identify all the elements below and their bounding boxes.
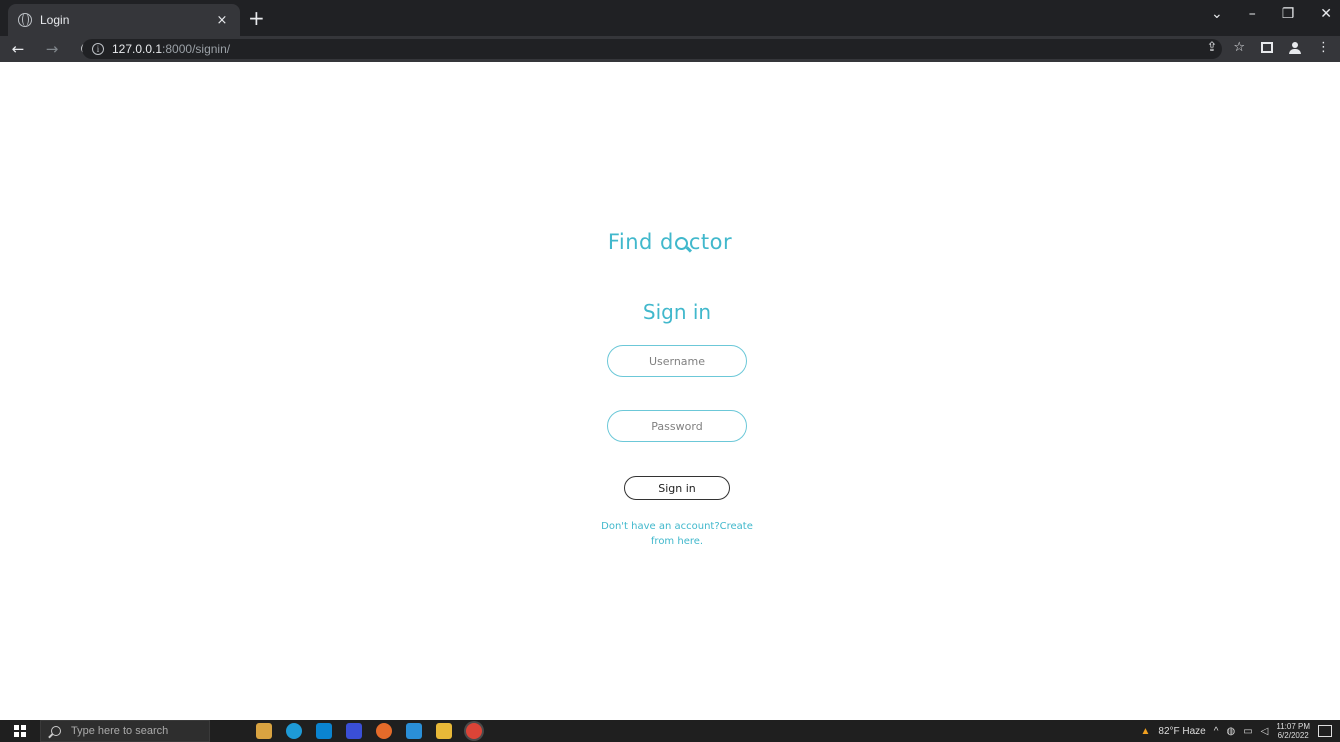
brand-suffix: ctor: [688, 230, 733, 254]
profile-icon[interactable]: [1289, 42, 1301, 54]
tab-search-icon[interactable]: ⌄: [1211, 6, 1223, 22]
store-icon[interactable]: [316, 723, 332, 739]
maximize-button[interactable]: ❐: [1282, 6, 1295, 22]
url-host: 127.0.0.1: [112, 42, 163, 56]
battery-icon[interactable]: ▭: [1243, 726, 1252, 737]
taskbar-search-placeholder: Type here to search: [71, 725, 169, 737]
close-window-button[interactable]: ✕: [1320, 6, 1332, 22]
address-bar[interactable]: i 127.0.0.1:8000/signin/: [82, 39, 1222, 59]
firefox-icon[interactable]: [376, 723, 392, 739]
taskbar-apps: [256, 723, 482, 739]
new-tab-button[interactable]: +: [248, 8, 265, 28]
clock-date: 6/2/2022: [1277, 731, 1309, 740]
os-taskbar: Type here to search ▲ 82°F Haze ^ ◍ ▭ ◁ …: [0, 720, 1340, 742]
edge-icon[interactable]: [286, 723, 302, 739]
browser-tab-strip: Login × + ⌄ – ❐ ✕: [0, 0, 1340, 36]
taskbar-clock[interactable]: 11:07 PM 6/2/2022: [1276, 722, 1310, 740]
brand-logo: Find d ctor: [570, 230, 770, 254]
windows-logo-icon: [14, 725, 26, 737]
page-title: Sign in: [642, 300, 712, 324]
url-text: 127.0.0.1:8000/signin/: [112, 42, 230, 56]
menu-kebab-icon[interactable]: ⋮: [1317, 40, 1330, 55]
username-field[interactable]: [607, 345, 747, 377]
vscode-icon[interactable]: [406, 723, 422, 739]
site-info-icon[interactable]: i: [92, 43, 104, 55]
forward-button[interactable]: →: [44, 40, 60, 58]
tab-close-icon[interactable]: ×: [214, 13, 230, 28]
app-blue-icon[interactable]: [346, 723, 362, 739]
network-icon[interactable]: ◍: [1226, 726, 1235, 737]
tab-title: Login: [40, 13, 70, 27]
system-tray: ▲ 82°F Haze ^ ◍ ▭ ◁ 11:07 PM 6/2/2022: [1140, 720, 1332, 742]
password-field[interactable]: [607, 410, 747, 442]
browser-toolbar: ← → C i 127.0.0.1:8000/signin/ ⇪ ☆ ⋮: [0, 36, 1340, 62]
notification-icon[interactable]: [1318, 725, 1332, 737]
volume-icon[interactable]: ◁: [1261, 726, 1269, 737]
weather-icon[interactable]: ▲: [1140, 726, 1150, 737]
widgets-icon[interactable]: [256, 723, 272, 739]
signin-button[interactable]: Sign in: [624, 476, 730, 500]
back-button[interactable]: ←: [10, 40, 26, 58]
minimize-button[interactable]: –: [1249, 6, 1256, 22]
globe-icon: [18, 13, 32, 27]
weather-text[interactable]: 82°F Haze: [1158, 726, 1205, 737]
magnifier-icon: [674, 237, 688, 250]
url-path: :8000/signin/: [162, 42, 231, 56]
page-content: Find d ctor Sign in Sign in Don't have an…: [0, 62, 1340, 720]
share-icon[interactable]: ⇪: [1206, 40, 1217, 55]
chevron-up-icon[interactable]: ^: [1214, 726, 1219, 737]
file-explorer-icon[interactable]: [436, 723, 452, 739]
taskbar-search-box[interactable]: Type here to search: [40, 720, 210, 742]
start-button[interactable]: [0, 720, 40, 742]
browser-tab[interactable]: Login ×: [8, 4, 240, 36]
side-panel-icon[interactable]: [1261, 42, 1273, 53]
bookmark-star-icon[interactable]: ☆: [1233, 40, 1245, 55]
chrome-icon[interactable]: [466, 723, 482, 739]
create-account-link[interactable]: Don't have an account?Create from here.: [598, 519, 756, 549]
brand-prefix: Find d: [607, 230, 674, 254]
search-icon: [51, 726, 61, 736]
window-controls: ⌄ – ❐ ✕: [1211, 6, 1332, 22]
toolbar-right-icons: ⇪ ☆ ⋮: [1206, 40, 1330, 55]
clock-time: 11:07 PM: [1276, 722, 1310, 731]
